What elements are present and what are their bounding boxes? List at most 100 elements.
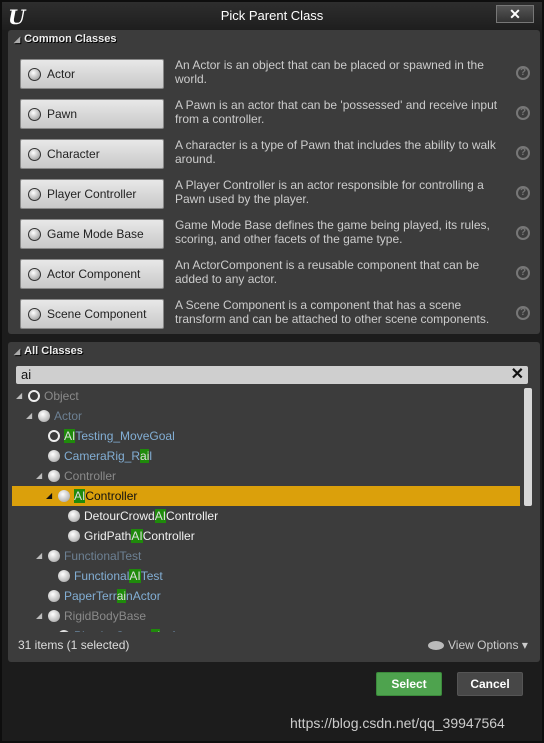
pick-parent-class-dialog: U Pick Parent Class ✕ ◢ Common Classes Ac… bbox=[0, 0, 544, 743]
class-icon bbox=[48, 430, 60, 442]
tree-row[interactable]: ◢ FunctionalTest bbox=[12, 546, 520, 566]
common-class-button[interactable]: Character bbox=[20, 139, 164, 169]
common-class-label: Scene Component bbox=[47, 307, 147, 321]
common-class-button[interactable]: Player Controller bbox=[20, 179, 164, 209]
expand-arrow-icon[interactable]: ◢ bbox=[16, 386, 22, 406]
common-classes-panel: ◢ Common Classes Actor An Actor is an obj… bbox=[8, 30, 540, 334]
help-icon[interactable]: ? bbox=[516, 66, 530, 80]
all-classes-header[interactable]: ◢ All Classes bbox=[14, 345, 83, 357]
select-button[interactable]: Select bbox=[376, 672, 442, 696]
name-part: CameraRig_R bbox=[64, 449, 141, 463]
common-class-button[interactable]: Pawn bbox=[20, 99, 164, 129]
class-name: Object bbox=[44, 386, 79, 406]
clear-search-icon[interactable]: ✕ bbox=[511, 366, 524, 384]
tree-scrollbar[interactable] bbox=[524, 388, 532, 506]
scene-component-icon bbox=[28, 308, 41, 321]
eye-icon bbox=[428, 641, 444, 651]
search-match: ai bbox=[150, 629, 161, 632]
class-icon bbox=[68, 510, 80, 522]
class-icon bbox=[28, 390, 40, 402]
common-classes-header[interactable]: ◢ Common Classes bbox=[14, 33, 116, 45]
class-icon bbox=[58, 490, 70, 502]
class-name: AITesting_MoveGoal bbox=[64, 426, 175, 446]
name-part: Object bbox=[44, 389, 79, 403]
class-icon bbox=[48, 470, 60, 482]
search-match: AI bbox=[154, 509, 167, 523]
watermark: https://blog.csdn.net/qq_39947564 bbox=[290, 715, 505, 731]
search-match: ai bbox=[140, 449, 150, 463]
view-options-button[interactable]: View Options ▾ bbox=[428, 638, 528, 652]
tree-row[interactable]: DetourCrowdAIController bbox=[12, 506, 520, 526]
common-class-button[interactable]: Scene Component bbox=[20, 299, 164, 329]
common-class-label: Character bbox=[47, 147, 100, 161]
common-class-row: Scene Component A Scene Component is a c… bbox=[20, 298, 540, 330]
class-icon bbox=[58, 630, 70, 632]
class-name: AIController bbox=[74, 486, 137, 506]
tree-row[interactable]: PaperTerrainActor bbox=[12, 586, 520, 606]
common-class-button[interactable]: Actor Component bbox=[20, 259, 164, 289]
help-icon[interactable]: ? bbox=[516, 226, 530, 240]
pawn-icon bbox=[28, 108, 41, 121]
tree-row[interactable]: ◢ RigidBodyBase bbox=[12, 606, 520, 626]
expand-arrow-icon[interactable]: ◢ bbox=[46, 486, 52, 506]
all-classes-panel: ◢ All Classes ai ✕ ◢ Object ◢ Actor AITesti… bbox=[8, 342, 540, 662]
tree-row[interactable]: FunctionalAITest bbox=[12, 566, 520, 586]
common-class-label: Actor Component bbox=[47, 267, 141, 281]
common-class-button[interactable]: Actor bbox=[20, 59, 164, 89]
common-class-description: An Actor is an object that can be placed… bbox=[175, 58, 484, 86]
common-class-row: Game Mode Base Game Mode Base defines th… bbox=[20, 218, 540, 250]
actor-sphere-icon bbox=[28, 68, 41, 81]
common-class-label: Game Mode Base bbox=[47, 227, 144, 241]
help-icon[interactable]: ? bbox=[516, 306, 530, 320]
player-controller-icon bbox=[28, 188, 41, 201]
class-search-input[interactable]: ai ✕ bbox=[16, 366, 528, 384]
common-class-description: A Pawn is an actor that can be 'possesse… bbox=[175, 98, 498, 126]
class-name: FunctionalTest bbox=[64, 546, 141, 566]
class-name: FunctionalAITest bbox=[74, 566, 163, 586]
expand-arrow-icon[interactable]: ◢ bbox=[36, 546, 42, 566]
class-name: Actor bbox=[54, 406, 82, 426]
name-part: ntActor bbox=[160, 629, 198, 632]
common-class-label: Actor bbox=[47, 67, 76, 81]
title-bar: U Pick Parent Class ✕ bbox=[2, 2, 542, 30]
tree-row[interactable]: AITesting_MoveGoal bbox=[12, 426, 520, 446]
tree-row[interactable]: ◢ Object bbox=[12, 386, 520, 406]
common-class-description: An ActorComponent is a reusable componen… bbox=[175, 258, 480, 286]
all-classes-title: All Classes bbox=[24, 345, 83, 357]
help-icon[interactable]: ? bbox=[516, 266, 530, 280]
class-name: CameraRig_Rail bbox=[64, 446, 152, 466]
tree-row[interactable]: ◢ AIController bbox=[12, 486, 520, 506]
class-name: RigidBodyBase bbox=[64, 606, 146, 626]
common-class-row: Pawn A Pawn is an actor that can be 'pos… bbox=[20, 98, 540, 130]
tree-row[interactable]: GridPathAIController bbox=[12, 526, 520, 546]
collapse-triangle-icon: ◢ bbox=[14, 347, 21, 356]
close-icon: ✕ bbox=[509, 6, 521, 22]
common-class-label: Player Controller bbox=[47, 187, 137, 201]
expand-arrow-icon[interactable]: ◢ bbox=[36, 466, 42, 486]
common-class-description: Game Mode Base defines the game being pl… bbox=[175, 218, 490, 246]
help-icon[interactable]: ? bbox=[516, 106, 530, 120]
close-button[interactable]: ✕ bbox=[496, 5, 534, 23]
expand-arrow-icon[interactable]: ◢ bbox=[26, 406, 32, 426]
common-class-description: A Scene Component is a component that ha… bbox=[175, 298, 490, 326]
tree-row[interactable]: CameraRig_Rail bbox=[12, 446, 520, 466]
tree-row[interactable]: ◢ Controller bbox=[12, 466, 520, 486]
game-mode-icon bbox=[28, 228, 41, 241]
name-part: GridPath bbox=[84, 529, 132, 543]
help-icon[interactable]: ? bbox=[516, 186, 530, 200]
class-icon bbox=[48, 610, 60, 622]
name-part: Controller bbox=[142, 529, 195, 543]
expand-arrow-icon[interactable]: ◢ bbox=[36, 606, 42, 626]
tree-row[interactable]: PhysicsConstraintActor bbox=[12, 626, 520, 632]
class-icon bbox=[68, 530, 80, 542]
cancel-button[interactable]: Cancel bbox=[457, 672, 523, 696]
name-part: PhysicsConstr bbox=[74, 629, 151, 632]
search-match: AI bbox=[64, 429, 76, 443]
common-class-button[interactable]: Game Mode Base bbox=[20, 219, 164, 249]
class-name: Controller bbox=[64, 466, 116, 486]
help-icon[interactable]: ? bbox=[516, 146, 530, 160]
common-class-row: Actor Component An ActorComponent is a r… bbox=[20, 258, 540, 290]
class-icon bbox=[48, 550, 60, 562]
tree-row[interactable]: ◢ Actor bbox=[12, 406, 520, 426]
name-part: Controller bbox=[85, 489, 138, 503]
